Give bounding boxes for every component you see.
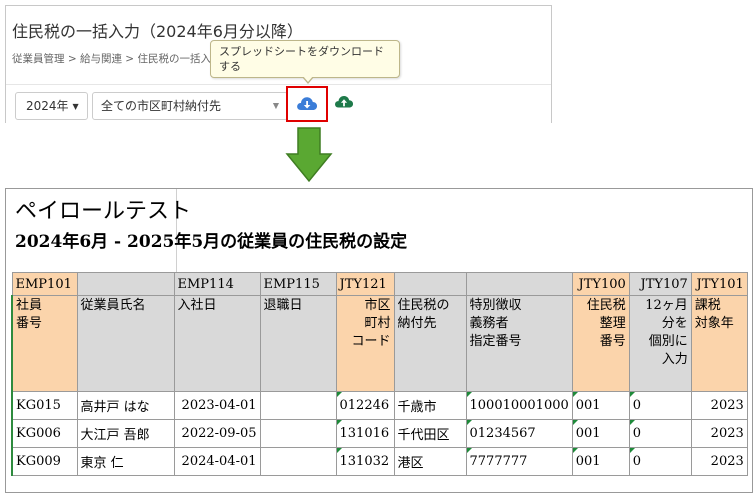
cell-designated-number[interactable]: 01234567	[465, 419, 573, 448]
cell-payment-destination[interactable]: 千代田区	[393, 419, 467, 448]
code-cell: JTY107	[628, 272, 692, 296]
cell-retire-date[interactable]	[259, 419, 337, 448]
cell-tax-year[interactable]: 2023	[690, 447, 748, 476]
breadcrumb[interactable]: 従業員管理 > 給与関連 > 住民税の一括入	[12, 51, 211, 66]
code-cell: JTY101	[690, 272, 748, 296]
cell-municipality-code[interactable]: 012246	[335, 391, 395, 420]
code-cell: EMP115	[259, 272, 337, 296]
header-municipality-code: 市区 町村 コード	[335, 295, 395, 392]
cell-employee-id[interactable]: KG015	[11, 391, 78, 420]
cell-municipality-code[interactable]: 131032	[335, 447, 395, 476]
code-cell: EMP101	[11, 272, 78, 296]
cell-tax-year[interactable]: 2023	[690, 391, 748, 420]
header-tax-year: 課税 対象年	[690, 295, 748, 392]
header-employee-id: 社員 番号	[11, 295, 78, 392]
spreadsheet-preview: ペイロールテスト 2024年6月 - 2025年5月の従業員の住民税の設定 EM…	[5, 188, 753, 493]
tooltip-line1: スプレッドシートをダウンロード	[219, 45, 384, 58]
column-code-row: EMP101 EMP114 EMP115 JTY121 JTY100 JTY10…	[11, 272, 748, 296]
select-caret-icon: ▲	[272, 102, 279, 111]
cell-tax-year[interactable]: 2023	[690, 419, 748, 448]
cell-employee-id[interactable]: KG009	[11, 447, 78, 476]
header-tax-ref-number: 住民税 整理 番号	[571, 295, 630, 392]
cloud-download-icon	[297, 97, 318, 110]
cell-employee-name[interactable]: 高井戸 はな	[76, 391, 175, 420]
header-retire-date: 退職日	[259, 295, 337, 392]
cell-designated-number[interactable]: 100010001000	[465, 391, 573, 420]
column-header-row: 社員 番号 従業員氏名 入社日 退職日 市区 町村 コード 住民税の 納付先 特別徴収義…	[11, 295, 748, 392]
header-individual-12-months: 12ヶ月 分を 個別に 入力	[628, 295, 692, 392]
cell-individual-flag[interactable]: 0	[628, 447, 692, 476]
select-value: 全ての市区町村納付先	[101, 99, 222, 113]
sheet-company-title: ペイロールテスト	[15, 199, 192, 224]
sheet-period-title: 2024年6月 - 2025年5月の従業員の住民税の設定	[15, 232, 408, 252]
cell-hire-date[interactable]: 2022-09-05	[173, 419, 261, 448]
upload-spreadsheet-button[interactable]	[333, 92, 355, 112]
cell-tax-ref-number[interactable]: 001	[571, 447, 630, 476]
arrow-down-icon	[284, 126, 334, 184]
download-spreadsheet-button[interactable]	[286, 86, 328, 122]
cell-hire-date[interactable]: 2023-04-01	[173, 391, 261, 420]
header-designated-number: 特別徴収 義務者 指定番号	[465, 295, 573, 392]
cell-employee-name[interactable]: 東京 仁	[76, 447, 175, 476]
code-cell	[393, 272, 467, 296]
cell-retire-date[interactable]	[259, 391, 337, 420]
cell-employee-name[interactable]: 大江戸 吾郎	[76, 419, 175, 448]
cell-individual-flag[interactable]: 0	[628, 391, 692, 420]
tooltip-line2: する	[219, 60, 241, 73]
cell-tax-ref-number[interactable]: 001	[571, 391, 630, 420]
year-dropdown-button[interactable]: 2024年 ▼	[15, 92, 88, 120]
cell-municipality-code[interactable]: 131016	[335, 419, 395, 448]
resident-tax-table: EMP101 EMP114 EMP115 JTY121 JTY100 JTY10…	[11, 272, 748, 476]
caret-down-icon: ▼	[72, 101, 79, 111]
year-label: 2024年	[26, 99, 69, 113]
cell-payment-destination[interactable]: 千歳市	[393, 391, 467, 420]
cell-individual-flag[interactable]: 0	[628, 419, 692, 448]
code-cell: JTY121	[335, 272, 395, 296]
cell-tax-ref-number[interactable]: 001	[571, 419, 630, 448]
table-row: KG009 東京 仁 2024-04-01 131032 港区 7777777 …	[11, 447, 748, 476]
code-cell	[465, 272, 573, 296]
download-tooltip: スプレッドシートをダウンロード する	[210, 40, 400, 78]
cloud-upload-icon	[335, 95, 354, 108]
code-cell: JTY100	[571, 272, 630, 296]
table-row: KG006 大江戸 吾郎 2022-09-05 131016 千代田区 0123…	[11, 419, 748, 448]
cell-retire-date[interactable]	[259, 447, 337, 476]
cell-payment-destination[interactable]: 港区	[393, 447, 467, 476]
header-hire-date: 入社日	[173, 295, 261, 392]
header-employee-name: 従業員氏名	[76, 295, 175, 392]
payment-destination-select[interactable]: 全ての市区町村納付先 ▲	[92, 92, 288, 120]
code-cell	[76, 272, 175, 296]
cell-designated-number[interactable]: 7777777	[465, 447, 573, 476]
tooltip-pointer-fill	[303, 76, 313, 82]
header-payment-destination: 住民税の 納付先	[393, 295, 467, 392]
cell-employee-id[interactable]: KG006	[11, 419, 78, 448]
table-row: KG015 高井戸 はな 2023-04-01 012246 千歳市 10001…	[11, 391, 748, 420]
cell-hire-date[interactable]: 2024-04-01	[173, 447, 261, 476]
code-cell: EMP114	[173, 272, 261, 296]
page-title: 住民税の一括入力（2024年6月分以降）	[12, 22, 303, 41]
